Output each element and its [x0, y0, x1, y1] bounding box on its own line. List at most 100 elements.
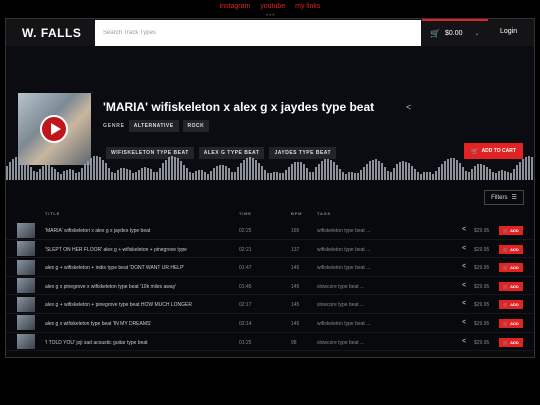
my-links-link[interactable]: my links	[295, 3, 320, 10]
waveform-bar	[384, 166, 386, 180]
waveform-bar	[12, 159, 14, 180]
waveform-bar	[138, 169, 140, 180]
row-title[interactable]: alex g x wifiskeleton type beat 'IN MY D…	[45, 321, 151, 327]
waveform[interactable]	[6, 154, 534, 180]
share-icon[interactable]: <	[462, 282, 466, 289]
row-tags[interactable]: slowcore type beat ...	[317, 302, 364, 308]
row-tags[interactable]: wifiskeleton type beat ...	[317, 265, 370, 271]
waveform-bar	[480, 163, 482, 180]
share-icon[interactable]: <	[406, 102, 411, 112]
waveform-bar	[156, 171, 158, 180]
waveform-bar	[504, 170, 506, 180]
row-time: 02:25	[239, 228, 252, 234]
share-icon[interactable]: <	[462, 319, 466, 326]
cart-icon: 🛒	[503, 246, 509, 252]
filters-button[interactable]: Filters ☰	[484, 190, 524, 205]
add-button[interactable]: 🛒 ADD	[499, 300, 523, 310]
track-thumbnail[interactable]	[17, 296, 35, 312]
add-label: ADD	[510, 265, 519, 271]
row-title[interactable]: 'SLEPT ON HER FLOOR' alex g + wifiskelet…	[45, 247, 187, 253]
track-thumbnail[interactable]	[17, 315, 35, 331]
table-row[interactable]: alex g + wifiskeleton + indie type beat …	[6, 258, 534, 277]
waveform-bar	[165, 159, 167, 180]
waveform-bar	[225, 165, 227, 180]
add-button[interactable]: 🛒 ADD	[499, 318, 523, 328]
row-title[interactable]: alex g x pinegrove x wifiskeleton type b…	[45, 284, 176, 290]
row-tags[interactable]: slowcore type beat ...	[317, 284, 364, 290]
row-tags[interactable]: wifiskeleton type beat ...	[317, 321, 370, 327]
track-thumbnail[interactable]	[17, 222, 35, 238]
genre-chip-alternative[interactable]: ALTERNATIVE	[128, 120, 179, 132]
table-row[interactable]: alex g + wifiskeleton + pinegrove type b…	[6, 295, 534, 314]
waveform-bar	[117, 169, 119, 180]
track-thumbnail[interactable]	[17, 259, 35, 275]
table-row[interactable]: 'I TOLD YOU' joji sad acoustic guitar ty…	[6, 333, 534, 352]
filter-icon: ☰	[511, 195, 517, 201]
waveform-bar	[444, 160, 446, 180]
table-row[interactable]: 'MARIA' wifiskeleton x alex g x jaydes t…	[6, 221, 534, 240]
table-row[interactable]: alex g x pinegrove x wifiskeleton type b…	[6, 277, 534, 296]
table-row[interactable]: 'SLEPT ON HER FLOOR' alex g + wifiskelet…	[6, 240, 534, 259]
youtube-link[interactable]: youtube	[260, 3, 285, 10]
share-icon[interactable]: <	[462, 300, 466, 307]
add-button[interactable]: 🛒 ADD	[499, 263, 523, 273]
waveform-bar	[171, 156, 173, 180]
waveform-bar	[471, 168, 473, 180]
waveform-bar	[72, 170, 74, 180]
add-button[interactable]: 🛒 ADD	[499, 226, 523, 235]
instagram-link[interactable]: instagram	[220, 3, 251, 10]
share-icon[interactable]: <	[462, 338, 466, 345]
row-tags[interactable]: wifiskeleton type beat ...	[317, 247, 370, 253]
add-button[interactable]: 🛒 ADD	[499, 281, 523, 291]
waveform-bar	[483, 164, 485, 180]
cart-button[interactable]: 🛒 $0.00 ⌄	[422, 19, 488, 46]
cart-icon: 🛒	[503, 265, 509, 271]
waveform-bar	[120, 168, 122, 180]
waveform-bar	[510, 172, 512, 180]
waveform-bar	[213, 168, 215, 180]
login-button[interactable]: Login	[500, 28, 517, 35]
cart-icon: 🛒	[503, 339, 509, 345]
waveform-bar	[204, 171, 206, 180]
row-title[interactable]: 'I TOLD YOU' joji sad acoustic guitar ty…	[45, 340, 148, 346]
waveform-bar	[492, 172, 494, 180]
waveform-bar	[234, 171, 236, 180]
waveform-bar	[438, 167, 440, 180]
track-hero: 'MARIA' wifiskeleton x alex g x jaydes t…	[6, 46, 534, 180]
track-thumbnail[interactable]	[17, 278, 35, 294]
cart-icon: 🛒	[430, 29, 440, 38]
row-title[interactable]: alex g + wifiskeleton + pinegrove type b…	[45, 302, 192, 308]
filters-label: Filters	[491, 194, 508, 201]
cart-icon: 🛒	[503, 228, 509, 233]
waveform-bar	[60, 173, 62, 180]
table-row[interactable]: alex g x wifiskeleton type beat 'IN MY D…	[6, 314, 534, 333]
column-time: TIME	[239, 211, 252, 216]
logo[interactable]: W. FALLS	[22, 26, 81, 40]
add-button[interactable]: 🛒 ADD	[499, 337, 523, 347]
waveform-bar	[159, 167, 161, 180]
waveform-bar	[84, 164, 86, 180]
add-button[interactable]: 🛒 ADD	[499, 244, 523, 254]
waveform-bar	[345, 173, 347, 180]
waveform-bar	[198, 169, 200, 180]
waveform-bar	[303, 164, 305, 180]
play-icon[interactable]	[40, 115, 68, 143]
share-icon[interactable]: <	[462, 245, 466, 252]
genre-chip-rock[interactable]: ROCK	[182, 120, 210, 132]
track-thumbnail[interactable]	[17, 241, 35, 257]
row-tags[interactable]: slowcore type beat ...	[317, 340, 364, 346]
row-bpm: 145	[291, 302, 300, 309]
share-icon[interactable]: <	[462, 226, 466, 233]
row-tags[interactable]: wifiskeleton type beat ...	[317, 228, 370, 234]
search-input[interactable]	[95, 20, 421, 46]
genre-label: GENRE	[103, 123, 125, 129]
row-price: $29.95	[474, 246, 490, 253]
row-title[interactable]: 'MARIA' wifiskeleton x alex g x jaydes t…	[45, 228, 150, 234]
track-thumbnail[interactable]	[17, 334, 35, 350]
row-price: $29.95	[474, 320, 490, 327]
waveform-bar	[252, 157, 254, 180]
share-icon[interactable]: <	[462, 263, 466, 270]
waveform-bar	[531, 157, 533, 180]
row-title[interactable]: alex g + wifiskeleton + indie type beat …	[45, 265, 184, 271]
waveform-bar	[393, 167, 395, 180]
